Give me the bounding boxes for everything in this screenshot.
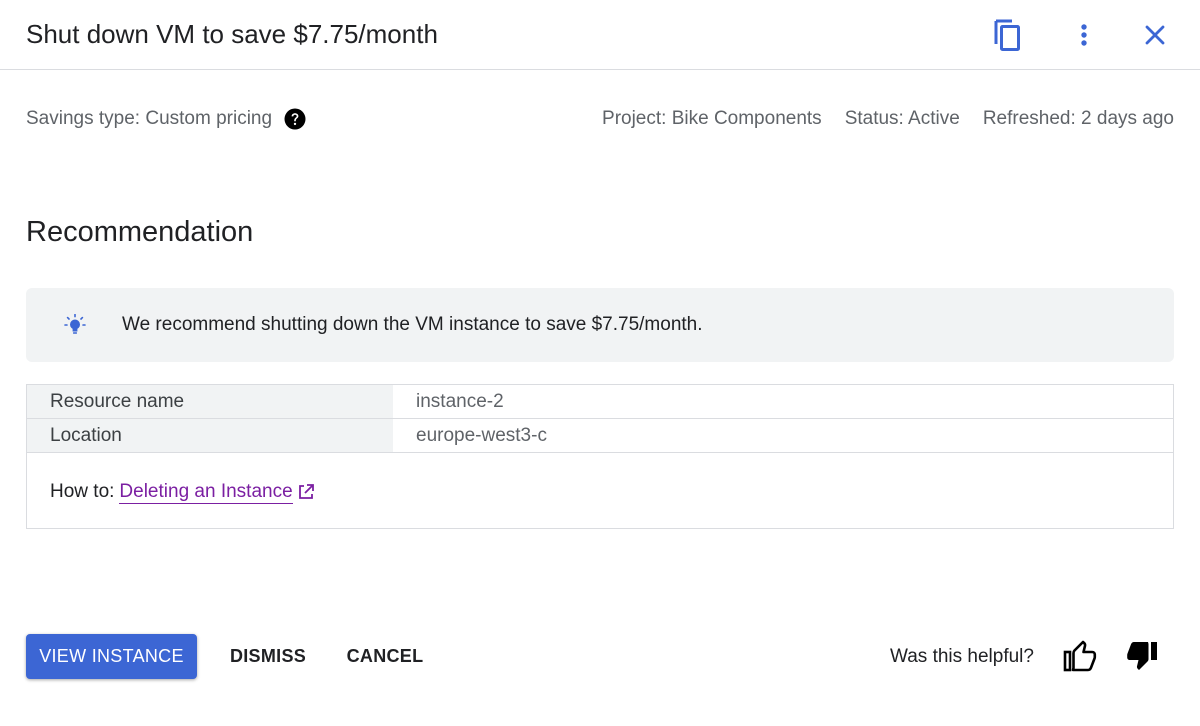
lightbulb-icon xyxy=(64,313,86,336)
more-vert-icon xyxy=(1081,24,1087,46)
row-label: Resource name xyxy=(27,385,393,418)
status-text: Status: Active xyxy=(844,108,960,129)
callout-text: We recommend shutting down the VM instan… xyxy=(122,314,703,335)
close-icon xyxy=(1145,25,1165,45)
table-row: Resource name instance-2 xyxy=(27,385,1173,419)
savings-type-text: Savings type: Custom pricing xyxy=(26,108,273,129)
details-table: Resource name instance-2 Location europe… xyxy=(26,384,1174,529)
deleting-instance-link[interactable]: Deleting an Instance xyxy=(119,481,293,504)
copy-button[interactable] xyxy=(987,15,1027,55)
table-row: Location europe-west3-c xyxy=(27,419,1173,453)
savings-type: Savings type: Custom pricing xyxy=(26,106,306,132)
help-icon[interactable] xyxy=(284,108,306,130)
view-instance-button[interactable]: VIEW INSTANCE xyxy=(26,634,197,679)
close-button[interactable] xyxy=(1135,15,1175,55)
project-text: Project: Bike Components xyxy=(602,108,822,129)
howto-label: How to: xyxy=(50,481,115,502)
row-value: instance-2 xyxy=(416,391,504,412)
dialog-title: Shut down VM to save $7.75/month xyxy=(26,19,438,49)
more-options-button[interactable] xyxy=(1064,15,1104,55)
dismiss-button[interactable]: DISMISS xyxy=(222,634,314,679)
recommendation-callout: We recommend shutting down the VM instan… xyxy=(26,288,1174,362)
howto: How to: Deleting an Instance xyxy=(50,479,315,505)
recommendation-meta: Project: Bike Components Status: Active … xyxy=(602,106,1174,132)
copy-icon xyxy=(994,19,1020,51)
section-title: Recommendation xyxy=(26,216,254,248)
refreshed-text: Refreshed: 2 days ago xyxy=(982,108,1174,129)
thumb-up-button[interactable] xyxy=(1060,636,1100,676)
thumb-down-icon xyxy=(1127,642,1157,670)
external-link-icon[interactable] xyxy=(297,483,315,501)
thumb-down-button[interactable] xyxy=(1122,636,1162,676)
row-label: Location xyxy=(27,419,393,452)
dialog-header: Shut down VM to save $7.75/month xyxy=(0,0,1200,70)
helpful-question: Was this helpful? xyxy=(890,646,1034,667)
thumb-up-icon xyxy=(1063,640,1097,672)
cancel-button[interactable]: CANCEL xyxy=(340,634,430,679)
row-value: europe-west3-c xyxy=(416,425,547,446)
